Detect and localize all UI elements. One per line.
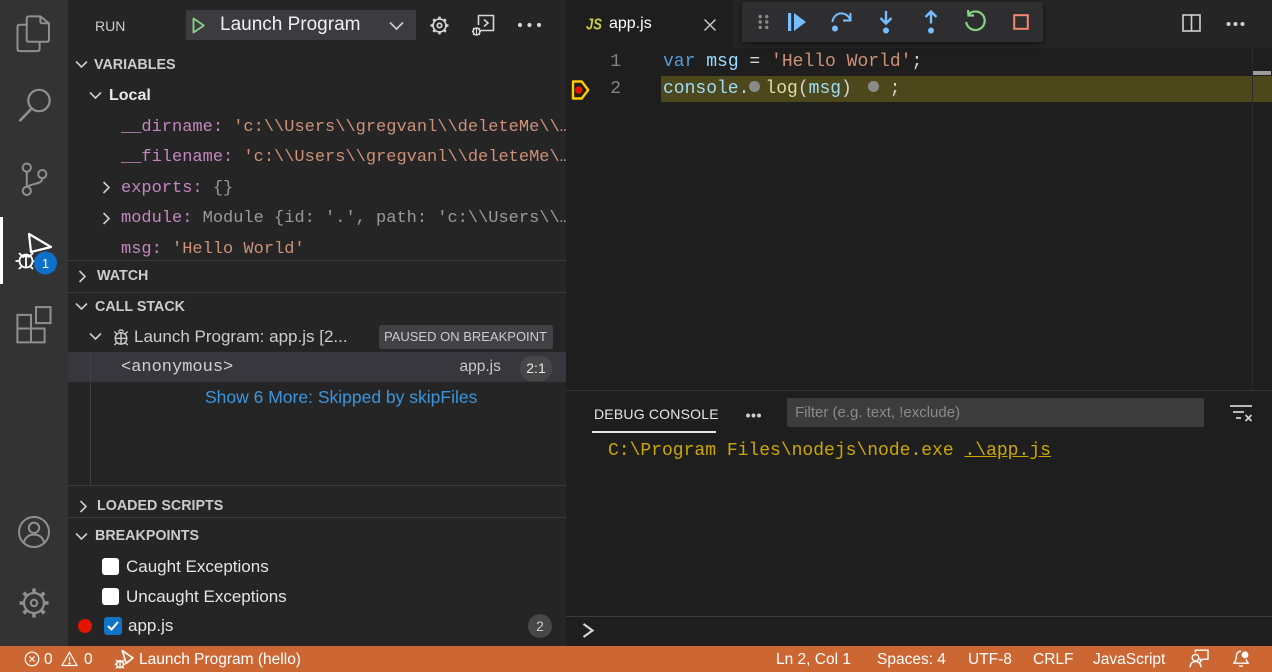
svg-text:1: 1 <box>42 256 49 271</box>
